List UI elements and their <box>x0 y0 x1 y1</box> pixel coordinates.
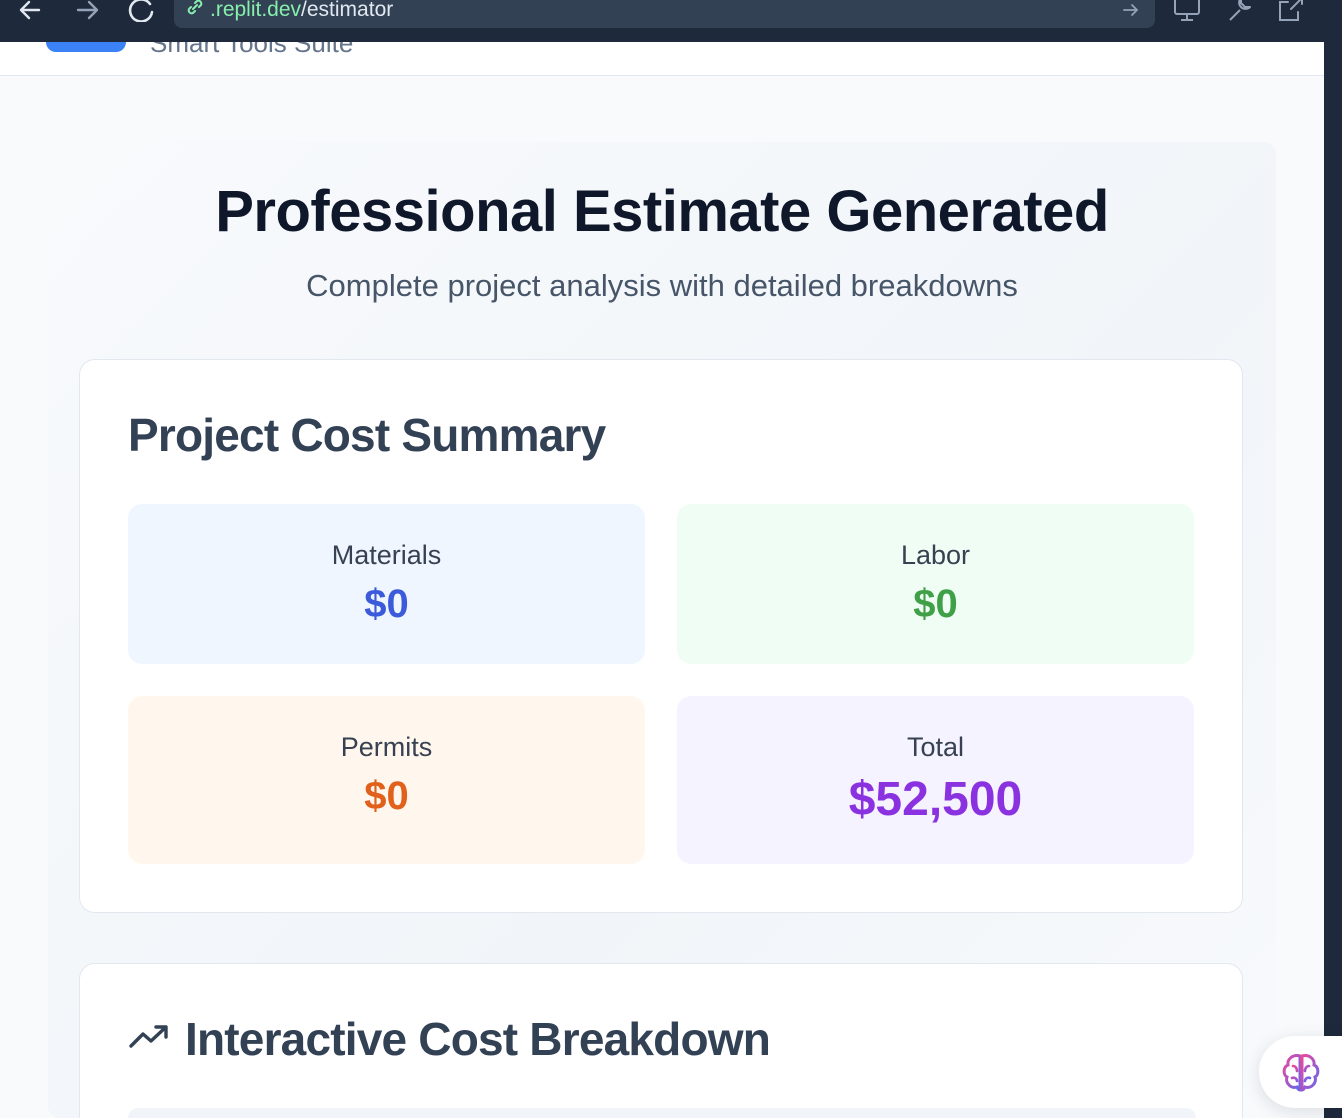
labor-tile: Labor $0 <box>677 504 1194 664</box>
total-tile: Total $52,500 <box>677 696 1194 864</box>
url-host: .replit.dev <box>210 0 302 21</box>
trending-up-icon <box>129 1025 168 1048</box>
permits-value: $0 <box>364 774 409 818</box>
total-value: $52,500 <box>848 773 1023 826</box>
external-link-icon[interactable] <box>1276 0 1306 24</box>
labor-value: $0 <box>913 582 958 626</box>
reload-button[interactable] <box>124 0 158 28</box>
page-title: Professional Estimate Generated <box>215 179 1109 244</box>
go-arrow-icon[interactable] <box>1121 0 1141 20</box>
arrow-right-icon <box>76 0 99 20</box>
desktop-icon[interactable] <box>1172 0 1202 24</box>
materials-tile: Materials $0 <box>128 504 645 664</box>
permits-label: Permits <box>340 732 433 762</box>
materials-value: $0 <box>364 582 409 626</box>
window-edge <box>1324 0 1342 1118</box>
breakdown-tabs[interactable] <box>128 1108 1196 1118</box>
back-button[interactable] <box>14 0 48 28</box>
permits-tile: Permits $0 <box>128 696 645 864</box>
address-bar[interactable]: .replit.dev/estimator <box>174 0 1155 28</box>
link-icon <box>187 0 203 15</box>
arrow-left-icon <box>19 0 41 20</box>
cost-breakdown-title: Interactive Cost Breakdown <box>185 1013 771 1065</box>
cost-breakdown-card: Interactive Cost Breakdown <box>79 963 1243 1118</box>
cost-summary-card: Project Cost Summary Materials $0 Labor … <box>79 359 1243 913</box>
app-header: Smart Tools Suite <box>0 42 1324 76</box>
app-subtitle: Smart Tools Suite <box>150 42 354 58</box>
url-text: .replit.dev/estimator <box>210 0 393 22</box>
cost-summary-title: Project Cost Summary <box>128 409 606 461</box>
total-label: Total <box>906 732 965 762</box>
url-path: /estimator <box>301 0 394 21</box>
wrench-icon[interactable] <box>1224 0 1254 24</box>
ai-assistant-button[interactable] <box>1259 1036 1342 1108</box>
page-subtitle: Complete project analysis with detailed … <box>306 268 1018 303</box>
materials-label: Materials <box>331 540 442 570</box>
reload-icon <box>128 0 154 23</box>
labor-label: Labor <box>900 540 971 570</box>
app-logo[interactable] <box>46 42 126 52</box>
brain-icon <box>1282 1054 1320 1092</box>
browser-toolbar: .replit.dev/estimator <box>0 0 1324 42</box>
forward-button[interactable] <box>70 0 104 28</box>
